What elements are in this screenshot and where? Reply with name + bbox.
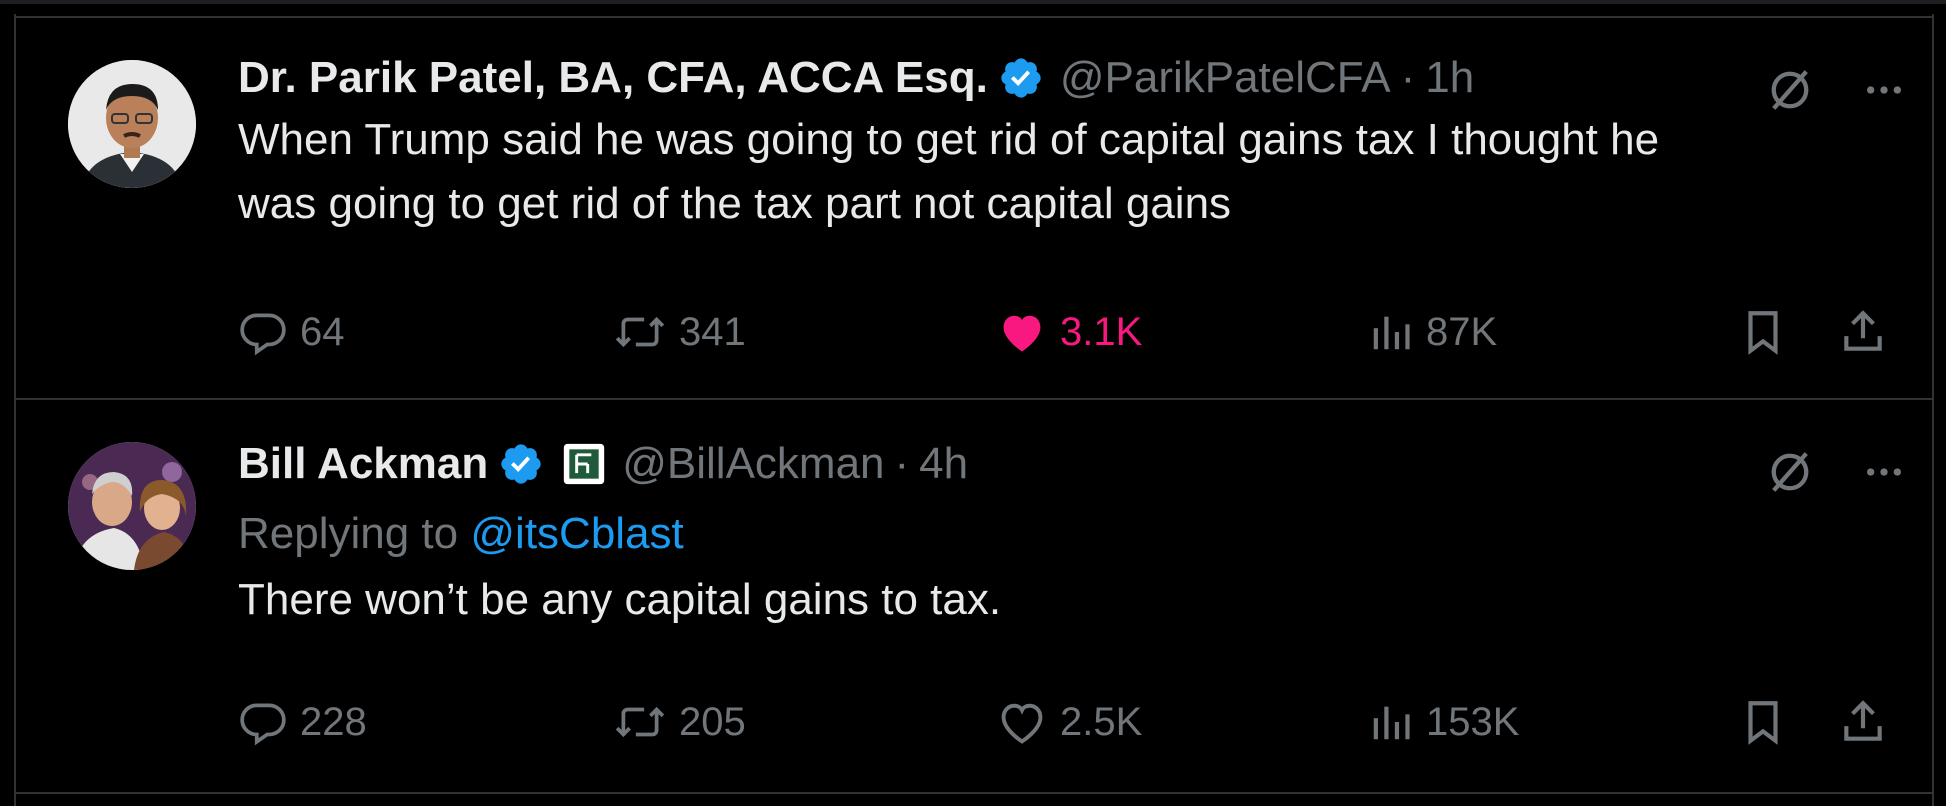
avatar[interactable] [68,442,196,570]
bookmark-icon [1748,311,1778,355]
affiliate-badge-icon[interactable] [562,442,606,486]
replying-to-label: Replying to [238,509,459,558]
avatar[interactable] [68,60,196,188]
heart-icon [1001,703,1043,744]
bookmark-button[interactable] [1738,694,1788,750]
reply-count: 64 [300,309,345,354]
views-icon [1373,316,1410,350]
tweet-actions: 228 205 2.5K 153K [238,694,1892,750]
separator-dot: · [1400,53,1416,102]
top-border [0,0,1946,4]
reply-button[interactable]: 228 [238,694,367,750]
author-handle[interactable]: @BillAckman [622,438,884,490]
tweet-text: There won’t be any capital gains to tax. [238,568,1892,632]
reply-count: 228 [300,699,367,744]
views-button[interactable]: 153K [1368,694,1519,750]
tweet-text-line: was going to get rid of the tax part not… [238,179,1232,228]
views-count: 87K [1426,309,1498,354]
like-button[interactable]: 3.1K [996,304,1142,360]
divider-bottom [16,792,1932,794]
tweet-header-actions [1764,64,1904,121]
reply-icon [240,313,286,356]
bookmark-button[interactable] [1738,304,1788,360]
reply-button[interactable]: 64 [238,304,345,360]
retweet-icon [615,316,665,348]
like-button[interactable]: 2.5K [996,694,1142,750]
tweet-header-actions [1764,446,1904,503]
verified-badge-icon[interactable] [498,441,544,487]
tweet-header: Bill Ackman @BillAckman · 4h [238,438,1892,490]
tweet-actions: 64 341 3.1K 87K [238,304,1892,360]
more-icon[interactable] [1864,70,1904,115]
tweet-text-line: There won’t be any capital gains to tax. [238,575,1002,624]
bookmark-icon [1748,701,1778,745]
share-button[interactable] [1838,304,1888,360]
more-icon[interactable] [1864,452,1904,497]
retweet-button[interactable]: 341 [613,304,746,360]
separator-dot: · [894,439,910,488]
tweet-text: When Trump said he was going to get rid … [238,108,1892,236]
author-name[interactable]: Dr. Parik Patel, BA, CFA, ACCA Esq. [238,52,988,104]
share-icon [1844,310,1882,351]
heart-icon [1003,315,1041,352]
tweet-1[interactable]: Dr. Parik Patel, BA, CFA, ACCA Esq. @Par… [16,18,1932,398]
replying-to-mention[interactable]: @itsCblast [470,509,683,558]
timestamp[interactable]: 4h [919,438,968,490]
retweet-button[interactable]: 205 [613,694,746,750]
grok-icon[interactable] [1764,446,1816,503]
views-icon [1373,706,1410,740]
author-name[interactable]: Bill Ackman [238,438,488,490]
reply-icon [240,703,286,746]
retweet-count: 205 [679,699,746,744]
tweet-2[interactable]: Bill Ackman @BillAckman · 4h Replying to… [16,400,1932,790]
share-button[interactable] [1838,694,1888,750]
timestamp[interactable]: 1h [1425,52,1474,104]
retweet-count: 341 [679,309,746,354]
grok-icon[interactable] [1764,64,1816,121]
verified-badge-icon[interactable] [998,55,1044,101]
like-count: 3.1K [1060,309,1143,354]
like-count: 2.5K [1060,699,1143,744]
retweet-icon [615,706,665,738]
views-count: 153K [1426,699,1520,744]
author-handle[interactable]: @ParikPatelCFA [1060,52,1391,104]
share-icon [1844,700,1882,741]
tweet-header: Dr. Parik Patel, BA, CFA, ACCA Esq. @Par… [238,52,1892,104]
views-button[interactable]: 87K [1368,304,1497,360]
tweet-text-line: When Trump said he was going to get rid … [238,115,1660,164]
replying-to: Replying to @itsCblast [238,504,1892,564]
